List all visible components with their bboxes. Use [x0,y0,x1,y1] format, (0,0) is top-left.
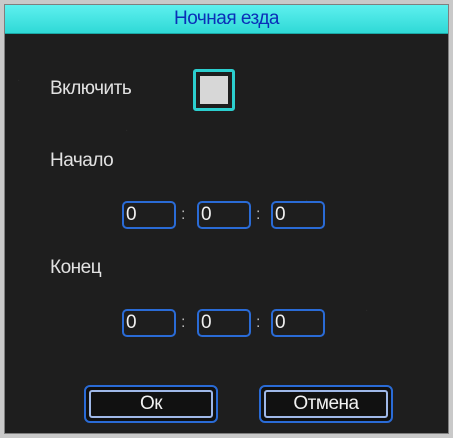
enable-label: Включить [50,78,132,99]
checkbox-fill [200,76,228,104]
start-minute-field[interactable]: 0 [197,201,251,229]
start-label: Начало [50,150,114,171]
time-separator: : [256,314,261,331]
background-watermark: · [17,75,21,86]
end-hour-field[interactable]: 0 [122,309,176,337]
time-separator: : [256,206,261,223]
time-separator: : [181,206,186,223]
night-driving-dialog: · · · · Ночная езда Включить Начало 0 : … [4,4,449,434]
ok-button-label: Ок [89,390,213,418]
background-watermark: · [365,305,369,316]
start-second-field[interactable]: 0 [271,201,325,229]
background-watermark: · [125,125,129,136]
end-minute-field[interactable]: 0 [197,309,251,337]
enable-checkbox[interactable] [193,69,235,111]
end-label: Конец [50,257,102,278]
cancel-button[interactable]: Отмена [259,385,393,423]
start-hour-field[interactable]: 0 [122,201,176,229]
cancel-button-label: Отмена [264,390,388,418]
ok-button[interactable]: Ок [84,385,218,423]
time-separator: : [181,314,186,331]
dialog-title: Ночная езда [5,5,448,34]
end-second-field[interactable]: 0 [271,309,325,337]
